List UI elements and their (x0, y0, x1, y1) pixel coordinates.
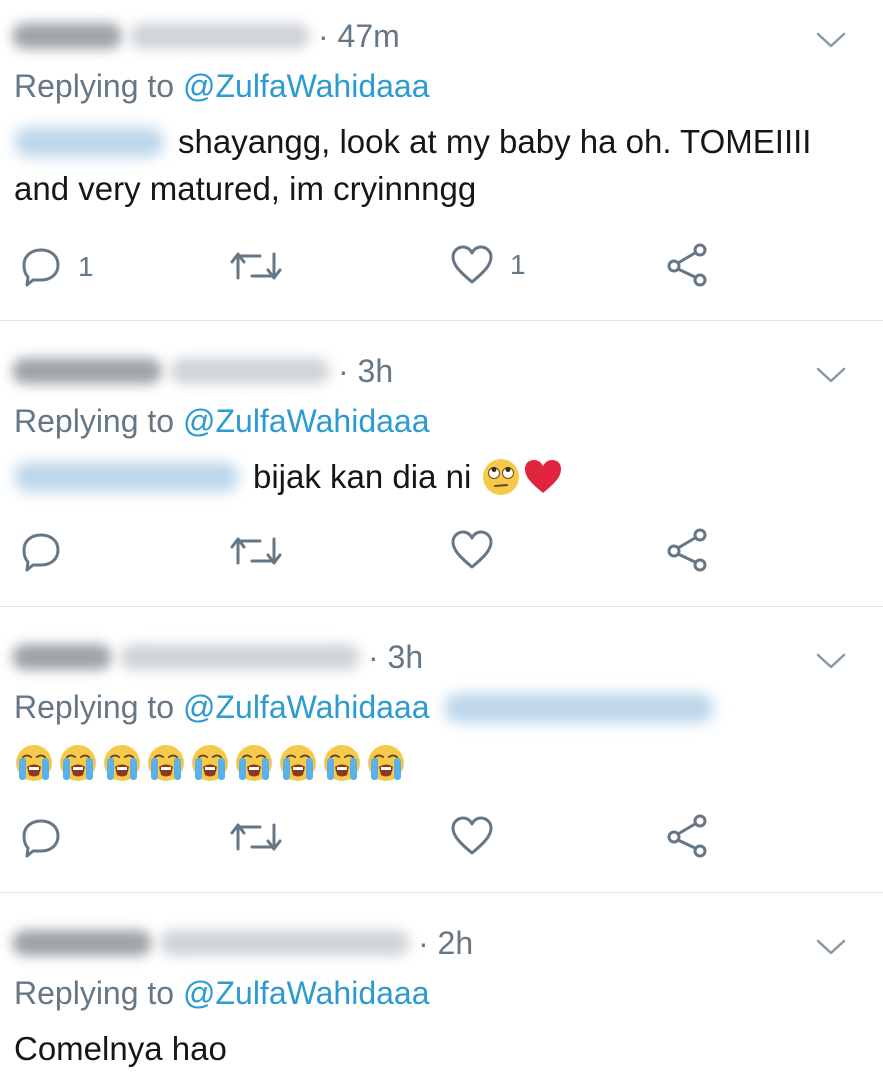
share-icon (667, 243, 707, 287)
tweet-header: · 3h (12, 349, 393, 393)
like-button[interactable]: 1 (450, 244, 526, 286)
loudly-crying-face-emoji (324, 745, 360, 781)
blurred-display-name (12, 930, 152, 956)
tweet-text-line: shayangg, look at my baby ha oh. TOMEIII… (178, 123, 812, 160)
reply-button[interactable] (20, 531, 62, 573)
blurred-username (160, 930, 410, 956)
tweet-timestamp: · 2h (418, 924, 474, 961)
reply-icon (22, 533, 60, 572)
blurred-username (170, 358, 330, 384)
chevron-down-icon[interactable] (815, 651, 847, 671)
loudly-crying-face-emoji (16, 745, 52, 781)
tweet-timestamp: · 47m (318, 17, 400, 54)
reply-count: 1 (78, 251, 94, 282)
tweet-4[interactable]: · 2h Replying to @ZulfaWahidaaa Comelnya… (0, 893, 883, 1073)
blurred-display-name (12, 644, 112, 670)
blurred-mention (14, 126, 164, 157)
tweet-timestamp: · 3h (338, 352, 394, 389)
replying-to: Replying to @ZulfaWahidaaa (14, 689, 714, 726)
replying-to-label: Replying to (14, 975, 183, 1011)
retweet-icon (230, 823, 282, 851)
retweet-icon (230, 537, 282, 565)
reply-handle-link[interactable]: @ZulfaWahidaaa (183, 975, 430, 1011)
tweet-actions: 1 1 (0, 238, 883, 294)
reply-handle-link[interactable]: @ZulfaWahidaaa (183, 689, 430, 726)
chevron-down-icon[interactable] (815, 937, 847, 957)
tweet-actions (0, 523, 883, 579)
blurred-mention (443, 692, 714, 723)
loudly-crying-face-emoji (148, 745, 184, 781)
chevron-down-icon[interactable] (815, 30, 847, 50)
tweet-3[interactable]: · 3h Replying to @ZulfaWahidaaa (0, 607, 883, 893)
reply-icon (22, 819, 60, 858)
red-heart-emoji (525, 459, 562, 493)
heart-icon (451, 816, 493, 855)
share-icon (667, 528, 707, 572)
loudly-crying-face-emoji (60, 745, 96, 781)
reply-handle-link[interactable]: @ZulfaWahidaaa (183, 403, 430, 439)
chevron-down-icon[interactable] (815, 365, 847, 385)
blurred-display-name (12, 358, 162, 384)
tweet-1[interactable]: · 47m Replying to @ZulfaWahidaaa shayang… (0, 0, 883, 320)
loudly-crying-face-emoji (192, 745, 228, 781)
loudly-crying-face-emoji (368, 745, 404, 781)
tweet-header: · 47m (12, 14, 400, 58)
share-icon (667, 814, 707, 858)
tweet-text-line: and very matured, im cryinnngg (14, 170, 477, 207)
retweet-button[interactable] (230, 248, 282, 284)
tweet-timestamp: · 3h (368, 638, 424, 675)
reply-handle-link[interactable]: @ZulfaWahidaaa (183, 68, 430, 104)
blurred-username (120, 644, 360, 670)
emoji-row (14, 743, 406, 783)
heart-icon (451, 530, 493, 569)
like-count: 1 (510, 249, 526, 280)
loudly-crying-face-emoji (236, 745, 272, 781)
retweet-icon (230, 252, 282, 280)
tweet-text: bijak kan dia ni (14, 453, 563, 500)
reply-button[interactable] (20, 817, 62, 859)
tweet-header: · 3h (12, 635, 423, 679)
share-button[interactable] (664, 527, 710, 573)
replying-to: Replying to @ZulfaWahidaaa (14, 975, 430, 1012)
retweet-button[interactable] (230, 533, 282, 569)
like-button[interactable] (450, 529, 494, 571)
blurred-username (130, 23, 310, 49)
replying-to: Replying to @ZulfaWahidaaa (14, 403, 430, 440)
replying-to: Replying to @ZulfaWahidaaa (14, 68, 430, 105)
heart-icon (451, 245, 493, 284)
share-button[interactable] (664, 813, 710, 859)
replying-to-label: Replying to (14, 403, 183, 439)
loudly-crying-face-emoji (280, 745, 316, 781)
reply-button[interactable]: 1 (20, 246, 94, 288)
like-button[interactable] (450, 815, 494, 857)
face-with-rolling-eyes-emoji (483, 458, 520, 495)
tweet-header: · 2h (12, 921, 473, 965)
tweet-actions (0, 809, 883, 865)
blurred-display-name (12, 23, 122, 49)
reply-icon (22, 248, 60, 287)
share-button[interactable] (664, 242, 710, 288)
replying-to-label: Replying to (14, 68, 183, 104)
blurred-mention (14, 461, 239, 492)
replying-to-label: Replying to (14, 689, 183, 725)
loudly-crying-face-emoji (104, 745, 140, 781)
tweet-text: Comelnya hao (14, 1030, 227, 1067)
retweet-button[interactable] (230, 819, 282, 855)
tweet-2[interactable]: · 3h Replying to @ZulfaWahidaaa bijak ka… (0, 321, 883, 607)
tweet-text: shayangg, look at my baby ha oh. TOMEIII… (14, 118, 811, 212)
tweet-text-line: bijak kan dia ni (253, 458, 472, 495)
